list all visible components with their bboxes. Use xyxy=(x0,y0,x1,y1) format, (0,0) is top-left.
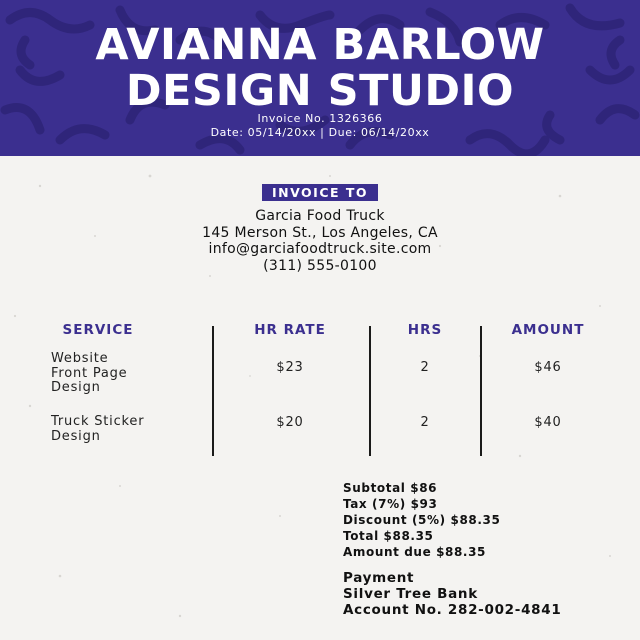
invoice-dates: Date: 05/14/20xx | Due: 06/14/20xx xyxy=(210,126,430,139)
column-divider xyxy=(480,326,482,456)
invoice-number: Invoice No. 1326366 xyxy=(257,112,383,125)
discount: Discount (5%) $88.35 xyxy=(343,513,501,527)
total: Total $88.35 xyxy=(343,529,434,543)
column-header-amount: AMOUNT xyxy=(511,322,585,338)
client-details: Garcia Food Truck 145 Merson St., Los An… xyxy=(0,208,640,274)
column-header-service: SERVICE xyxy=(62,322,134,338)
table-row-hrs: 2 xyxy=(420,360,430,375)
client-phone: (311) 555-0100 xyxy=(263,257,377,274)
studio-name-line-1: AVIANNA BARLOW xyxy=(95,20,545,70)
totals-block: Subtotal $86 Tax (7%) $93 Discount (5%) … xyxy=(343,480,500,560)
column-divider xyxy=(212,326,214,456)
payment-bank: Silver Tree Bank xyxy=(343,586,478,602)
invoice-meta: Invoice No. 1326366 Date: 05/14/20xx | D… xyxy=(0,112,640,140)
table-row-service: Website Front Page Design xyxy=(51,351,128,395)
payment-account: Account No. 282-002-4841 xyxy=(343,602,562,618)
client-address: 145 Merson St., Los Angeles, CA xyxy=(202,224,438,241)
table-row-hrs: 2 xyxy=(420,415,430,430)
tax: Tax (7%) $93 xyxy=(343,497,438,511)
invoice-to-badge: INVOICE TO xyxy=(262,184,378,201)
table-row-amount: $46 xyxy=(534,360,562,375)
client-email: info@garciafoodtruck.site.com xyxy=(208,241,432,257)
table-row-amount: $40 xyxy=(534,415,562,430)
payment-block: Payment Silver Tree Bank Account No. 282… xyxy=(343,570,561,618)
table-row-service: Truck Sticker Design xyxy=(51,414,145,444)
column-divider xyxy=(369,326,371,456)
header-banner: AVIANNA BARLOW DESIGN STUDIO Invoice No.… xyxy=(0,0,640,156)
table-row-rate: $20 xyxy=(276,415,304,430)
payment-heading: Payment xyxy=(343,570,415,586)
subtotal: Subtotal $86 xyxy=(343,481,438,495)
studio-name: AVIANNA BARLOW DESIGN STUDIO xyxy=(0,22,640,114)
column-header-hr-rate: HR RATE xyxy=(254,322,326,338)
column-header-hrs: HRS xyxy=(407,322,443,338)
client-name: Garcia Food Truck xyxy=(255,208,385,224)
amount-due: Amount due $88.35 xyxy=(343,545,486,559)
studio-name-line-2: DESIGN STUDIO xyxy=(125,66,515,116)
table-row-rate: $23 xyxy=(276,360,304,375)
